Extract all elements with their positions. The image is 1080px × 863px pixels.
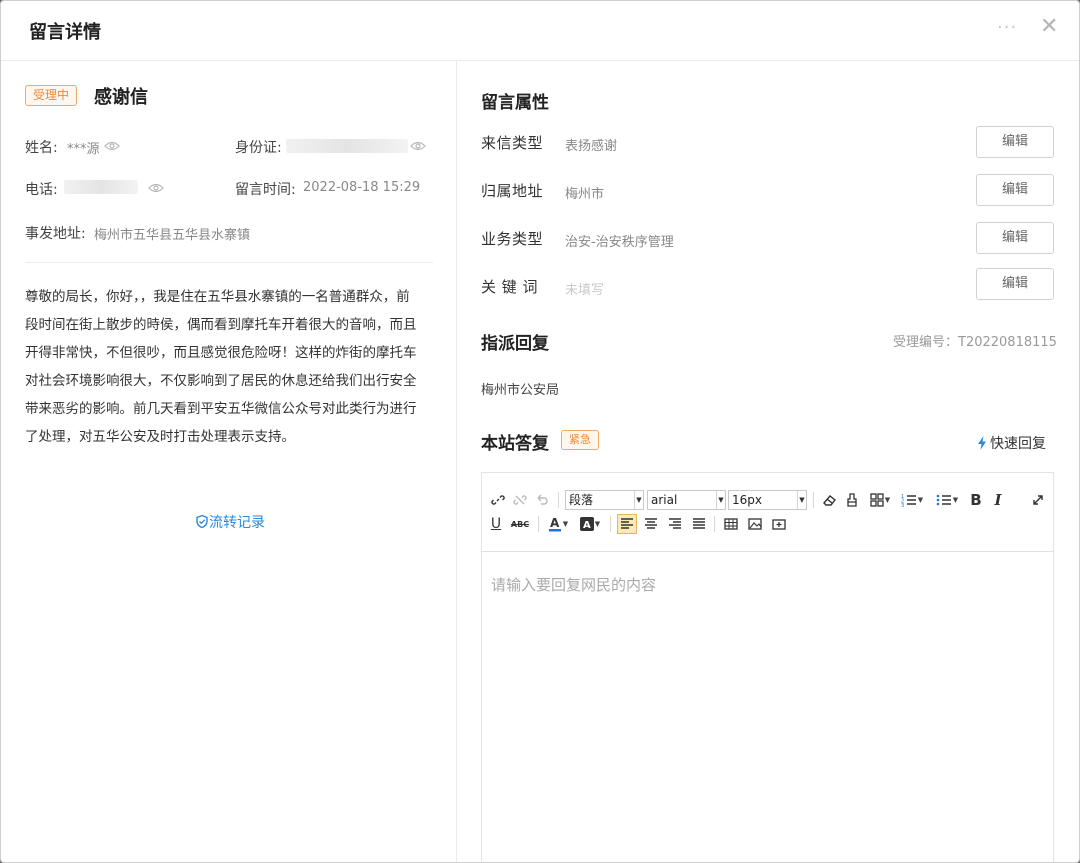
address-label: 事发地址:: [25, 226, 86, 242]
fullscreen-icon[interactable]: [1028, 490, 1048, 510]
size-select-value: 16px: [732, 493, 762, 507]
reply-input[interactable]: 请输入要回复网民的内容: [491, 574, 656, 595]
toolbar-separator: [558, 492, 559, 508]
eye-icon[interactable]: [148, 183, 164, 193]
status-badge: 受理中: [25, 85, 78, 106]
edit-region-button[interactable]: 编辑: [976, 174, 1054, 206]
phone-masked-value: [64, 180, 138, 194]
bullet-list-icon[interactable]: ▼: [932, 490, 962, 510]
reply-title: 本站答复: [481, 434, 549, 454]
size-select[interactable]: 16px ▼: [728, 490, 807, 510]
font-color-icon[interactable]: A ▼: [544, 514, 572, 534]
link-icon[interactable]: [488, 490, 508, 510]
italic-button[interactable]: I: [988, 490, 1008, 510]
bold-button[interactable]: B: [966, 490, 986, 510]
bolt-icon: [978, 436, 986, 450]
image-icon[interactable]: [745, 514, 765, 534]
attr-label-business: 业务类型: [481, 230, 544, 248]
content-line: 了处理，对五华公安及时打击处理表示支持。: [25, 429, 295, 445]
chevron-down-icon: ▼: [716, 491, 725, 509]
attr-value-region: 梅州市: [565, 187, 605, 202]
divider: [25, 262, 433, 263]
attr-value-business: 治安-治安秩序管理: [565, 235, 674, 250]
chevron-down-icon: ▼: [797, 491, 806, 509]
edit-type-button[interactable]: 编辑: [976, 126, 1054, 158]
attr-value-type: 表扬感谢: [565, 139, 618, 154]
time-value: 2022-08-18 15:29: [303, 180, 421, 195]
name-value: ***源: [67, 142, 100, 157]
grid-icon[interactable]: ▼: [867, 490, 893, 510]
reply-editor: 段落 ▼ arial ▼ 16px ▼ ▼ 12 3 ▼ ▼ B I U ABC…: [481, 472, 1054, 862]
align-right-icon[interactable]: [665, 514, 685, 534]
quick-reply-button[interactable]: 快速回复: [977, 433, 1046, 453]
shield-icon: [196, 515, 208, 528]
toolbar-separator: [538, 516, 539, 532]
message-detail-dialog: 留言详情 ··· ✕ 受理中 感谢信 姓名: ***源 身份证: 电话: 留言时…: [0, 0, 1080, 863]
chevron-down-icon: ▼: [634, 491, 643, 509]
name-label: 姓名:: [25, 140, 58, 156]
accept-number: 受理编号：T20220818115: [893, 335, 1057, 350]
attr-value-keywords: 未填写: [565, 283, 605, 298]
align-justify-icon[interactable]: [689, 514, 709, 534]
editor-toolbar: 段落 ▼ arial ▼ 16px ▼ ▼ 12 3 ▼ ▼ B I U ABC…: [482, 473, 1053, 552]
edit-business-button[interactable]: 编辑: [976, 222, 1054, 254]
table-icon[interactable]: [721, 514, 741, 534]
font-select-value: arial: [651, 493, 678, 507]
message-title: 感谢信: [94, 87, 148, 108]
font-select[interactable]: arial ▼: [647, 490, 726, 510]
eye-icon[interactable]: [410, 141, 426, 151]
eraser-icon[interactable]: [819, 490, 839, 510]
id-label: 身份证:: [235, 140, 282, 156]
flow-record-link[interactable]: 流转记录: [196, 512, 265, 532]
attributes-title: 留言属性: [481, 93, 549, 113]
attr-label-region: 归属地址: [481, 182, 544, 200]
insert-file-icon[interactable]: [769, 514, 789, 534]
flow-record-label: 流转记录: [209, 515, 265, 531]
phone-label: 电话:: [25, 182, 58, 198]
assign-title: 指派回复: [481, 334, 549, 354]
svg-text:3: 3: [901, 503, 904, 507]
dialog-title: 留言详情: [29, 22, 101, 43]
background-color-icon[interactable]: A ▼: [576, 514, 604, 534]
content-line: 尊敬的局长，你好，，我是住在五华县水寨镇的一名普通群众，前: [25, 289, 410, 305]
unlink-icon[interactable]: [510, 490, 530, 510]
id-masked-value: [286, 139, 408, 153]
toolbar-separator: [813, 492, 814, 508]
urgent-badge: 紧急: [561, 430, 599, 450]
content-line: 带来恶劣的影响。前几天看到平安五华微信公众号对此类行为进行: [25, 401, 417, 417]
attr-label-type: 来信类型: [481, 134, 544, 152]
svg-text:A: A: [583, 520, 591, 531]
assigned-department: 梅州市公安局: [481, 383, 560, 398]
quick-reply-label: 快速回复: [990, 436, 1046, 452]
eye-icon[interactable]: [104, 141, 120, 151]
align-center-icon[interactable]: [641, 514, 661, 534]
toolbar-separator: [610, 516, 611, 532]
attr-label-keywords: 关 键 词: [481, 278, 539, 296]
more-icon[interactable]: ···: [997, 17, 1017, 38]
content-line: 对社会环境影响很大，不仅影响到了居民的休息还给我们出行安全: [25, 373, 417, 389]
toolbar-separator: [714, 516, 715, 532]
svg-text:A: A: [550, 516, 560, 530]
align-left-icon[interactable]: [617, 514, 637, 534]
detail-panel: 留言属性 来信类型 表扬感谢 编辑 归属地址 梅州市 编辑 业务类型 治安-治安…: [456, 61, 1079, 862]
content-line: 开得非常快，不但很吵，而且感觉很危险呀！这样的炸街的摩托车: [25, 345, 417, 361]
time-label: 留言时间:: [235, 182, 296, 198]
address-value: 梅州市五华县五华县水寨镇: [94, 228, 251, 243]
strikethrough-button[interactable]: ABC: [508, 514, 532, 534]
edit-keywords-button[interactable]: 编辑: [976, 268, 1054, 300]
close-icon[interactable]: ✕: [1040, 16, 1058, 38]
format-brush-icon[interactable]: [842, 490, 862, 510]
dialog-header: 留言详情 ··· ✕: [1, 1, 1079, 61]
ordered-list-icon[interactable]: 1 2 3 ▼: [897, 490, 927, 510]
paragraph-select[interactable]: 段落 ▼: [565, 490, 644, 510]
content-line: 段时间在街上散步的時侯，偶而看到摩托车开着很大的音响，而且: [25, 317, 417, 333]
message-content: 尊敬的局长，你好，，我是住在五华县水寨镇的一名普通群众，前 段时间在街上散步的時…: [25, 283, 435, 451]
message-panel: 受理中 感谢信 姓名: ***源 身份证: 电话: 留言时间: 2022-08-…: [1, 61, 456, 862]
undo-icon[interactable]: [532, 490, 552, 510]
underline-button[interactable]: U: [486, 514, 506, 534]
paragraph-select-value: 段落: [569, 493, 594, 507]
